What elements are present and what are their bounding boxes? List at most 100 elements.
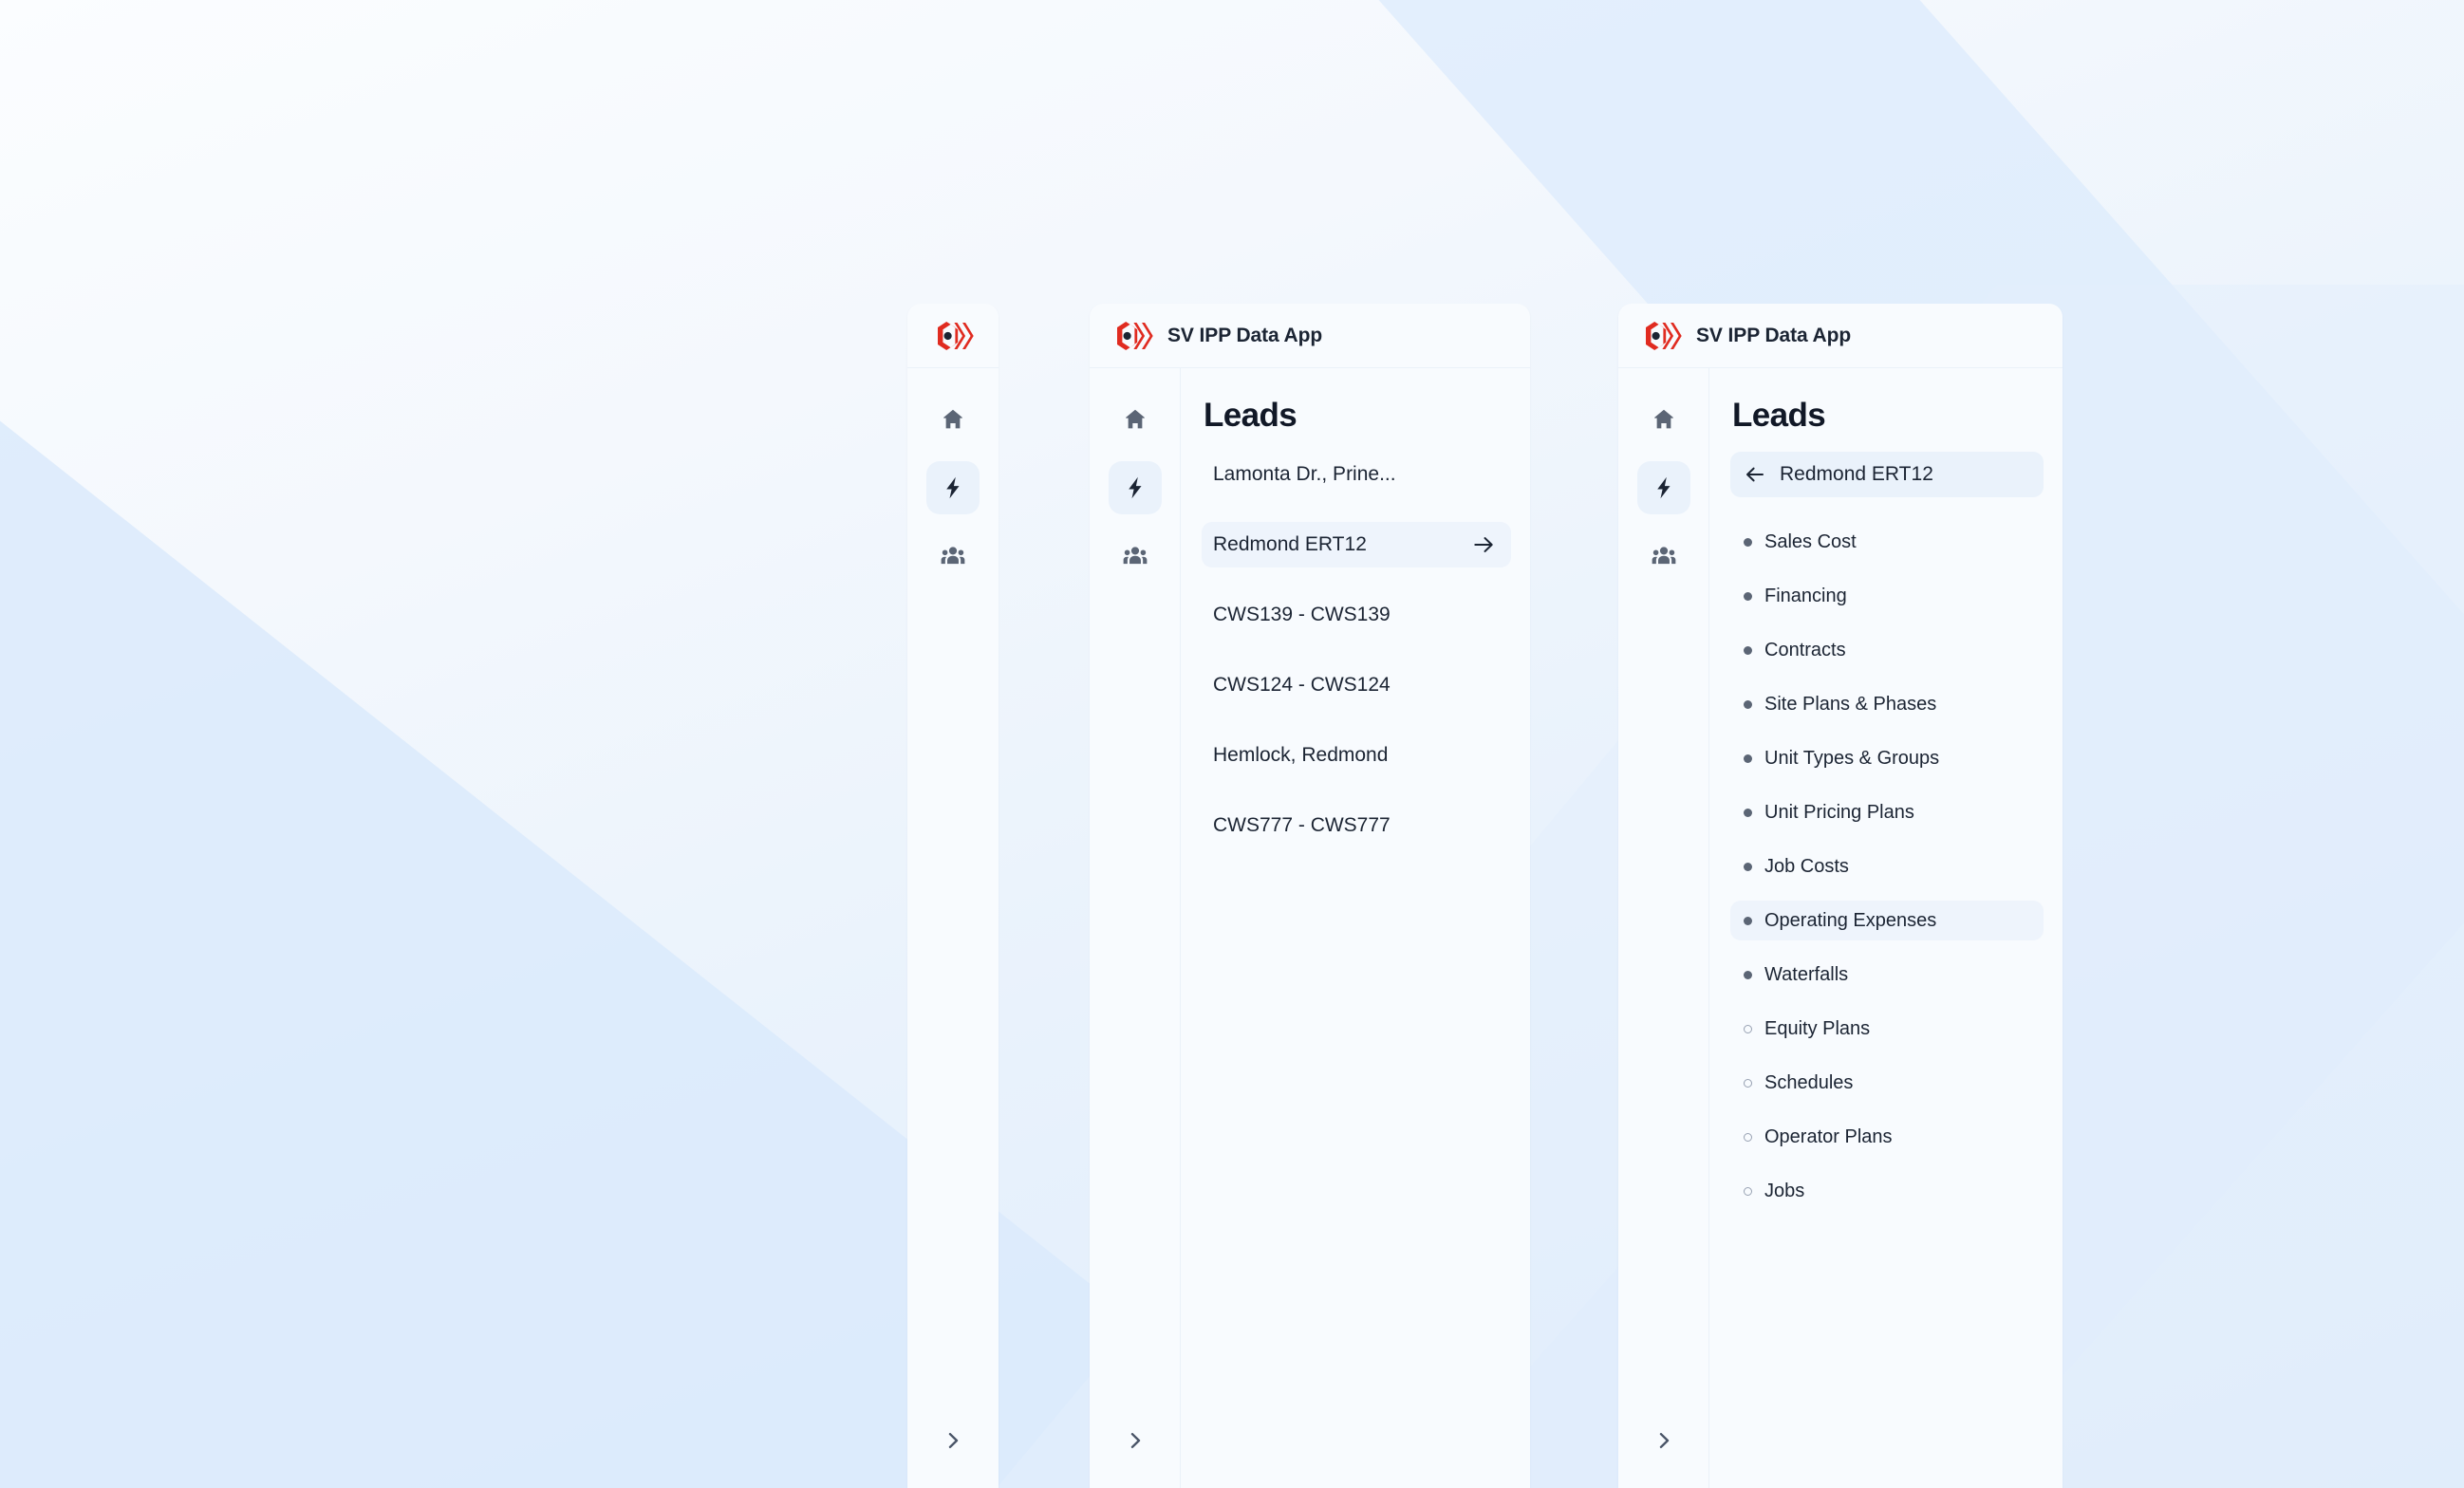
filled-bullet-icon	[1744, 537, 1752, 547]
sidebar-item-home[interactable]	[926, 393, 980, 446]
sidebar-item-home[interactable]	[1637, 393, 1690, 446]
lead-section-item[interactable]: Sales Cost	[1730, 522, 2044, 562]
hollow-bullet-icon	[1744, 1024, 1752, 1033]
lead-item-label: CWS139 - CWS139	[1213, 604, 1391, 625]
lead-section-label: Jobs	[1764, 1180, 1805, 1201]
collapsed-panel-header	[907, 304, 999, 368]
hollow-bullet-icon	[1744, 1078, 1752, 1088]
filled-bullet-icon	[1744, 862, 1752, 871]
hollow-bullet-icon	[1744, 1132, 1752, 1142]
lead-list-item[interactable]: Hemlock, Redmond	[1202, 733, 1511, 778]
lead-section-label: Sales Cost	[1764, 530, 1857, 552]
leads-panel-body: Leads Lamonta Dr., Prine... Redmond ERT12…	[1090, 368, 1530, 1488]
lead-section-item[interactable]: Jobs	[1730, 1171, 2044, 1211]
lead-section-item[interactable]: Contracts	[1730, 630, 2044, 670]
lead-section-item[interactable]: Site Plans & Phases	[1730, 684, 2044, 724]
detail-panel-header: SV IPP Data App	[1618, 304, 2063, 368]
lightning-bolt-icon	[1656, 476, 1671, 499]
sidebar-item-activity[interactable]	[926, 461, 980, 514]
lead-item-label: CWS124 - CWS124	[1213, 674, 1391, 696]
sidebar-item-people[interactable]	[1109, 530, 1162, 583]
lead-item-label: Redmond ERT12	[1213, 533, 1367, 555]
filled-bullet-icon	[1744, 645, 1752, 655]
lead-section-item[interactable]: Job Costs	[1730, 846, 2044, 886]
users-group-icon	[1652, 547, 1675, 565]
sv-chevron-logo-icon	[1646, 321, 1682, 350]
leads-panel: SV IPP Data App Leads Lamonta Dr., Prine…	[1090, 304, 1530, 1488]
lead-section-label: Equity Plans	[1764, 1017, 1871, 1039]
panel-stack: SV IPP Data App Leads Lamonta Dr., Prine…	[0, 0, 2464, 1488]
home-icon	[1653, 409, 1673, 429]
arrow-left-icon	[1746, 467, 1764, 482]
back-button-label: Redmond ERT12	[1780, 463, 1933, 485]
filled-bullet-icon	[1744, 753, 1752, 763]
app-title: SV IPP Data App	[1167, 324, 1323, 346]
collapsed-panel-body	[907, 368, 999, 1488]
lead-section-label: Site Plans & Phases	[1764, 693, 1937, 715]
icon-rail	[1618, 368, 1709, 1488]
filled-bullet-icon	[1744, 699, 1752, 709]
arrow-right-icon	[1474, 537, 1493, 552]
page-title: Leads	[1732, 397, 1826, 434]
sidebar-item-people[interactable]	[1637, 530, 1690, 583]
lead-section-item[interactable]: Unit Pricing Plans	[1730, 792, 2044, 832]
filled-bullet-icon	[1744, 591, 1752, 601]
lead-section-label: Waterfalls	[1764, 963, 1849, 985]
leads-list: Lamonta Dr., Prine... Redmond ERT12 CWS139…	[1202, 452, 1511, 848]
back-to-lead-button[interactable]: Redmond ERT12	[1730, 452, 2044, 497]
lead-section-label: Financing	[1764, 585, 1847, 606]
lightning-bolt-icon	[1128, 476, 1142, 499]
lead-section-label: Contracts	[1764, 639, 1846, 660]
expand-panel-button[interactable]	[1637, 1414, 1690, 1467]
chevron-right-icon	[1130, 1433, 1140, 1448]
home-icon	[943, 409, 962, 429]
app-title: SV IPP Data App	[1696, 324, 1852, 346]
lead-section-item[interactable]: Equity Plans	[1730, 1009, 2044, 1049]
lead-detail-panel: SV IPP Data App Leads Redmond ERT12 Sale…	[1618, 304, 2063, 1488]
detail-panel-body: Leads Redmond ERT12 Sales Cost Financing C…	[1618, 368, 2063, 1488]
sidebar-item-home[interactable]	[1109, 393, 1162, 446]
lead-section-item[interactable]: Unit Types & Groups	[1730, 738, 2044, 778]
lead-sections-list: Sales Cost Financing Contracts Site Plans &…	[1730, 522, 2044, 1225]
expand-panel-button[interactable]	[926, 1414, 980, 1467]
lead-section-label: Unit Types & Groups	[1764, 747, 1940, 769]
lead-section-label: Operating Expenses	[1764, 909, 1937, 931]
lead-section-label: Operator Plans	[1764, 1125, 1893, 1147]
lead-list-item[interactable]: CWS124 - CWS124	[1202, 662, 1511, 708]
lead-section-label: Job Costs	[1764, 855, 1849, 877]
lead-section-item[interactable]: Operator Plans	[1730, 1117, 2044, 1157]
sv-chevron-logo-icon	[938, 321, 974, 350]
sidebar-item-people[interactable]	[926, 530, 980, 583]
lead-list-item[interactable]: CWS139 - CWS139	[1202, 592, 1511, 638]
lead-section-item[interactable]: Operating Expenses	[1730, 901, 2044, 940]
filled-bullet-icon	[1744, 970, 1752, 979]
sidebar-item-activity[interactable]	[1636, 461, 1690, 514]
chevron-right-icon	[948, 1433, 959, 1448]
lead-list-item[interactable]: Redmond ERT12	[1202, 522, 1511, 567]
lead-section-label: Schedules	[1764, 1071, 1854, 1093]
detail-content: Leads Redmond ERT12 Sales Cost Financing C…	[1709, 368, 2063, 1488]
icon-rail	[907, 368, 999, 1488]
lead-section-item[interactable]: Financing	[1730, 576, 2044, 616]
lead-section-label: Unit Pricing Plans	[1764, 801, 1914, 823]
page-title: Leads	[1204, 397, 1297, 434]
leads-content: Leads Lamonta Dr., Prine... Redmond ERT12…	[1181, 368, 1530, 1488]
lead-list-item[interactable]: Lamonta Dr., Prine...	[1202, 452, 1511, 497]
chevron-right-icon	[1659, 1433, 1669, 1448]
expand-panel-button[interactable]	[1109, 1414, 1162, 1467]
filled-bullet-icon	[1744, 808, 1752, 817]
leads-panel-header: SV IPP Data App	[1090, 304, 1530, 368]
users-group-icon	[941, 547, 965, 565]
hollow-bullet-icon	[1744, 1186, 1752, 1196]
icon-rail	[1090, 368, 1181, 1488]
lightning-bolt-icon	[946, 476, 960, 499]
lead-section-item[interactable]: Waterfalls	[1730, 955, 2044, 995]
home-icon	[1125, 409, 1145, 429]
lead-item-label: Hemlock, Redmond	[1213, 744, 1389, 766]
filled-bullet-icon	[1744, 916, 1752, 925]
lead-list-item[interactable]: CWS777 - CWS777	[1202, 803, 1511, 848]
lead-section-item[interactable]: Schedules	[1730, 1063, 2044, 1103]
lead-item-label: Lamonta Dr., Prine...	[1213, 463, 1396, 485]
sidebar-item-activity[interactable]	[1108, 461, 1162, 514]
users-group-icon	[1123, 547, 1147, 565]
